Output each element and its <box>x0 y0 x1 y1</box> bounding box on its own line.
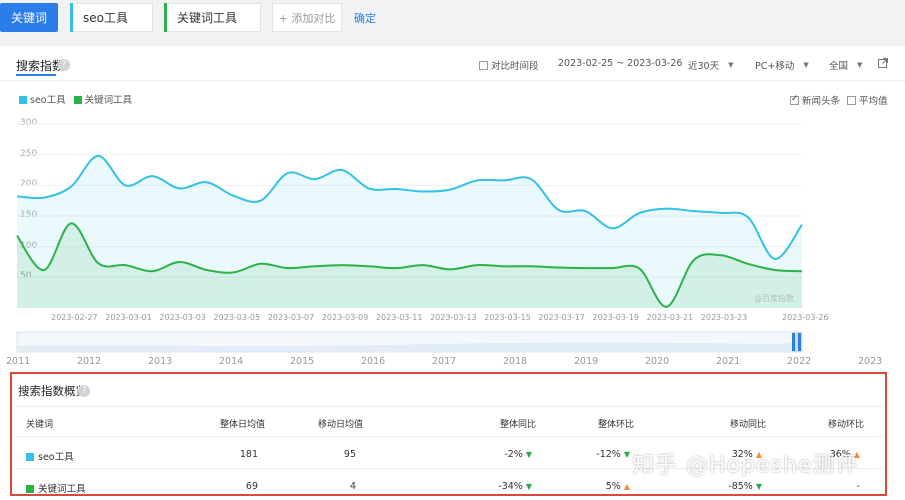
year-label: 2017 <box>432 356 457 367</box>
x-tick-label: 2023-03-15 <box>484 313 531 322</box>
year-label: 2022 <box>787 356 812 367</box>
col-header-overall-yoy: 整体同比 <box>500 420 537 430</box>
x-tick-label: 2023-02-27 <box>51 313 98 322</box>
cell-mobile-avg: 4 <box>349 481 356 492</box>
x-tick-label: 2023-03-05 <box>213 313 261 322</box>
cell-overall-avg: 181 <box>239 449 258 460</box>
year-label: 2014 <box>219 356 244 367</box>
cell-overall-mom: -12% ▼ <box>596 449 630 460</box>
slider-handle-left <box>792 333 795 351</box>
cell-mobile-yoy: -85% ▼ <box>728 481 762 492</box>
x-tick-label: 2023-03-09 <box>321 313 369 322</box>
x-tick-label: 2023-03-13 <box>430 313 477 322</box>
cell-keyword: 关键词工具 <box>26 481 86 495</box>
year-label: 2023 <box>858 356 883 367</box>
col-header-mobile-yoy: 移动同比 <box>730 420 767 430</box>
x-tick-label: 2023-03-07 <box>267 313 315 322</box>
year-label: 2012 <box>77 356 102 367</box>
year-label: 2019 <box>574 356 599 367</box>
watermark-text: 知乎 @Hopeshe测评 <box>632 453 859 478</box>
cell-overall-mom: 5% ▲ <box>605 481 630 492</box>
col-header-keyword: 关键词 <box>26 420 54 430</box>
year-label: 2020 <box>645 356 670 367</box>
slider-handle-right <box>798 333 801 351</box>
cell-overall-yoy: -34% ▼ <box>498 481 532 492</box>
x-tick-label: 2023-03-19 <box>592 313 640 322</box>
year-label: 2011 <box>6 356 31 367</box>
chart-watermark: @百度指数 <box>754 294 794 303</box>
col-header-mobile-avg: 移动日均值 <box>318 420 364 430</box>
year-label: 2016 <box>361 356 386 367</box>
year-label: 2013 <box>148 356 173 367</box>
cell-overall-yoy: -2% ▼ <box>504 449 532 460</box>
cell-keyword: seo工具 <box>26 449 74 463</box>
year-label: 2021 <box>716 356 741 367</box>
help-icon[interactable]: ? <box>78 385 90 397</box>
cell-mobile-avg: 95 <box>343 449 356 460</box>
divider <box>16 406 884 407</box>
overview-title: 搜索指数概览 <box>18 384 87 398</box>
cell-overall-avg: 69 <box>245 481 258 492</box>
x-tick-label: 2023-03-03 <box>159 313 206 322</box>
divider <box>16 436 884 437</box>
year-label: 2018 <box>503 356 528 367</box>
col-header-mobile-mom: 移动环比 <box>828 420 865 430</box>
search-index-chart[interactable] <box>0 0 905 330</box>
x-tick-label: 2023-03-23 <box>700 313 748 322</box>
cell-mobile-mom: - <box>856 481 860 492</box>
year-label: 2015 <box>290 356 315 367</box>
x-tick-label: 2023-03-01 <box>105 313 152 322</box>
x-tick-label: 2023-03-21 <box>646 313 694 322</box>
col-header-overall-avg: 整体日均值 <box>220 420 266 430</box>
x-tick-label: 2023-03-11 <box>375 313 423 322</box>
x-tick-label: 2023-03-17 <box>538 313 585 322</box>
col-header-overall-mom: 整体环比 <box>598 420 635 430</box>
x-tick-label: 2023-03-26 <box>782 313 829 322</box>
